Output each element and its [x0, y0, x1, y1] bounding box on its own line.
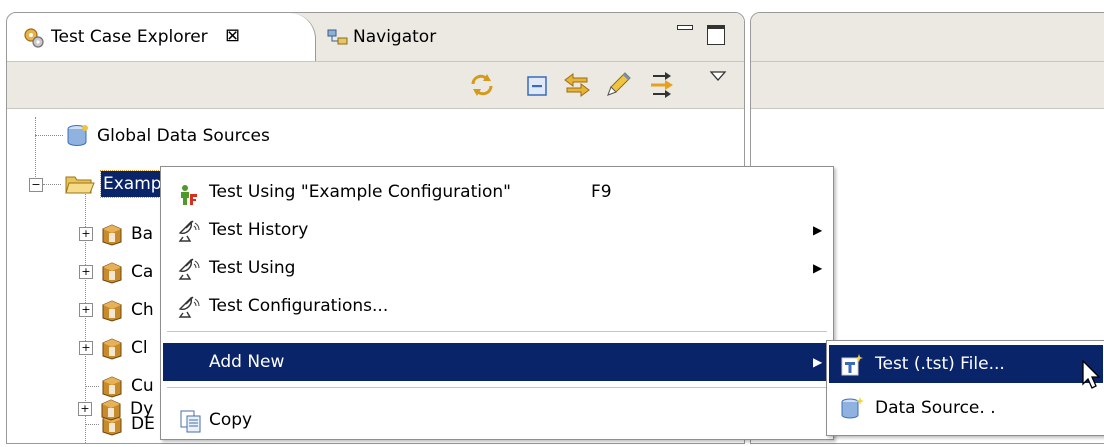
open-folder-icon — [65, 173, 95, 203]
expand-icon[interactable]: + — [78, 402, 92, 416]
close-tab-icon[interactable]: ⊠ — [225, 25, 240, 46]
tree-item-label: Examp — [100, 170, 165, 198]
copy-icon — [179, 409, 203, 447]
expand-icon[interactable]: + — [79, 265, 93, 279]
sync-icon[interactable] — [469, 72, 495, 103]
link-with-editor-icon[interactable] — [563, 72, 591, 103]
minimize-icon[interactable] — [677, 25, 693, 30]
mouse-cursor-icon — [1082, 359, 1102, 395]
menu-item-test-configurations[interactable]: Test Configurations... — [163, 287, 831, 325]
editor-tab-bar — [751, 13, 1104, 61]
menu-item-test-file[interactable]: Test (.tst) File... — [829, 345, 1103, 383]
satellite-dish-icon — [177, 295, 201, 333]
add-new-submenu: Test (.tst) File... Data Source. . — [826, 340, 1104, 436]
collapse-icon[interactable]: − — [29, 178, 43, 192]
test-suite-icon — [101, 336, 123, 368]
database-icon — [65, 124, 91, 156]
tree-guide — [85, 386, 99, 387]
menu-item-label: Test Using "Example Configuration" — [209, 182, 511, 202]
test-suite-icon — [101, 298, 123, 330]
editor-toolbar — [751, 61, 1104, 109]
maximize-icon[interactable] — [707, 25, 725, 45]
submenu-arrow-icon: ▶ — [813, 223, 823, 237]
menu-item-add-new[interactable]: Add New ▶ — [163, 343, 831, 381]
menu-separator — [167, 331, 827, 332]
expand-icon[interactable]: + — [79, 303, 93, 317]
view-menu-icon[interactable] — [709, 68, 727, 88]
menu-item-data-source[interactable]: Data Source. . — [829, 389, 1103, 427]
menu-separator — [167, 387, 827, 388]
menu-item-test-history[interactable]: Test History ▶ — [163, 211, 831, 249]
tree-guide — [35, 117, 36, 179]
tree-item-label: Ba — [131, 224, 154, 244]
view-toolbar — [7, 61, 744, 109]
menu-item-label: Add New — [209, 352, 285, 372]
tree-guide — [85, 424, 99, 425]
tab-navigator[interactable]: Navigator — [353, 27, 436, 47]
menu-item-copy[interactable]: Copy — [163, 401, 831, 439]
tab-label-test-case-explorer: Test Case Explorer — [51, 27, 208, 47]
menu-item-label: Test Using — [209, 258, 296, 278]
menu-item-label: Test History — [209, 220, 309, 240]
pencil-icon[interactable] — [603, 70, 633, 105]
gears-icon — [23, 27, 45, 54]
menu-item-test-using[interactable]: Test Using ▶ — [163, 249, 831, 287]
tree-item-label: Dy — [130, 399, 154, 419]
submenu-arrow-icon: ▶ — [813, 355, 823, 369]
filter-arrows-icon[interactable] — [647, 70, 677, 105]
menu-item-label: Data Source. . — [875, 398, 996, 418]
test-suite-icon — [101, 222, 123, 254]
tree-item-label: Global Data Sources — [97, 126, 270, 146]
test-suite-icon — [101, 260, 123, 292]
new-data-source-icon — [839, 396, 865, 434]
tab-test-case-explorer[interactable]: Test Case Explorer ⊠ — [7, 13, 316, 61]
new-test-file-icon — [839, 353, 863, 391]
menu-item-label: Copy — [209, 410, 253, 430]
menu-item-label: Test (.tst) File... — [875, 354, 1005, 374]
tree-item-label: Ch — [131, 300, 154, 320]
tree-guide — [43, 184, 61, 185]
menu-item-shortcut: F9 — [591, 182, 612, 202]
context-menu: Test Using "Example Configuration" F9 Te… — [160, 166, 834, 440]
expand-icon[interactable]: + — [79, 341, 93, 355]
tree-item-label: Ca — [131, 262, 154, 282]
expand-icon[interactable]: + — [79, 227, 93, 241]
collapse-all-icon[interactable] — [527, 76, 547, 101]
tree-guide — [35, 135, 63, 136]
submenu-arrow-icon: ▶ — [813, 261, 823, 275]
test-suite-icon — [100, 397, 122, 429]
tree-item-label: Cl — [131, 338, 148, 358]
view-tab-bar: Test Case Explorer ⊠ Navigator — [7, 13, 744, 61]
navigator-icon — [327, 28, 349, 53]
menu-item-test-using-example[interactable]: Test Using "Example Configuration" F9 — [163, 173, 831, 211]
menu-item-label: Test Configurations... — [209, 296, 389, 316]
